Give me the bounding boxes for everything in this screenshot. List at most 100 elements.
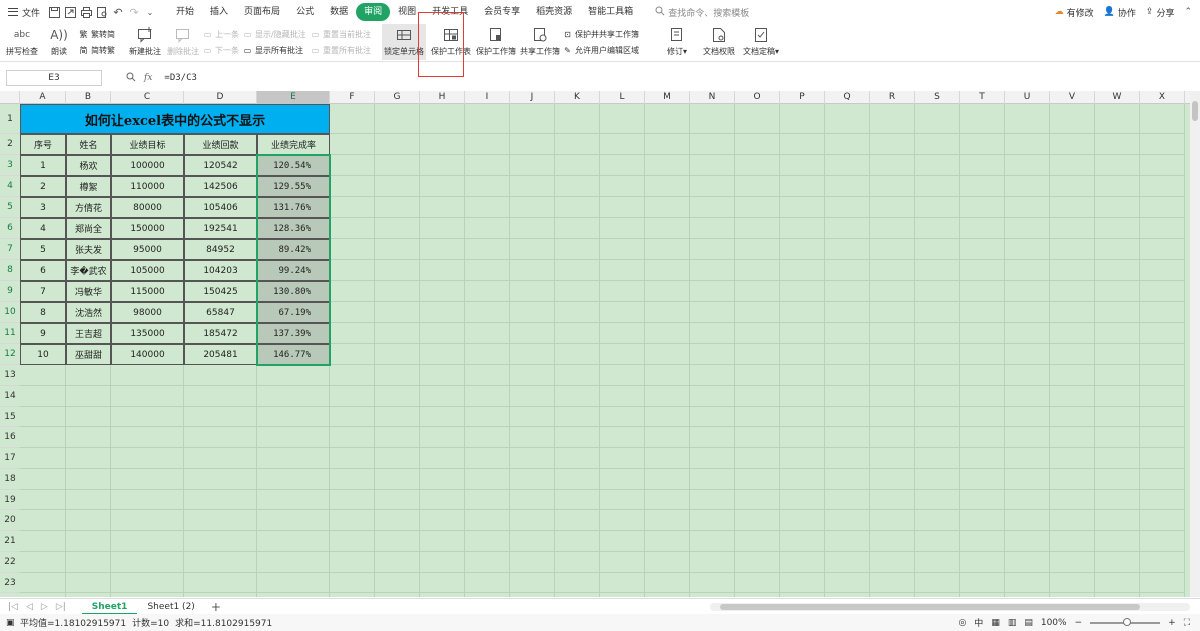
lock-cell-button[interactable]: 锁定单元格: [382, 24, 426, 60]
revise-button[interactable]: 修订▾: [662, 24, 692, 60]
column-header-b[interactable]: B: [66, 91, 111, 104]
macro-icon[interactable]: ▣: [6, 618, 15, 628]
command-search[interactable]: 查找命令、搜索模板: [655, 6, 749, 19]
column-header-q[interactable]: Q: [825, 91, 870, 104]
row-header-5[interactable]: 5: [0, 197, 20, 218]
column-header-j[interactable]: J: [510, 91, 555, 104]
share-workbook-button[interactable]: 共享工作簿: [518, 24, 562, 60]
export-icon[interactable]: [62, 4, 78, 20]
column-header-s[interactable]: S: [915, 91, 960, 104]
data-cell[interactable]: 方倩花: [66, 197, 111, 218]
data-cell[interactable]: 95000: [111, 239, 184, 260]
row-header-11[interactable]: 11: [0, 323, 20, 344]
data-cell[interactable]: 杨欢: [66, 155, 111, 176]
changes-indicator[interactable]: ☁ 有修改: [1055, 6, 1094, 19]
undo-icon[interactable]: ↶: [110, 4, 126, 20]
sheet-title-cell[interactable]: 如何让excel表中的公式不显示: [20, 104, 330, 134]
data-cell[interactable]: 150425: [184, 281, 257, 302]
reset-all-comments-button[interactable]: ▭ 重置所有批注: [310, 43, 378, 57]
tab-developer[interactable]: 开发工具: [424, 3, 476, 21]
toggle-comment-button[interactable]: ▭ 显示/隐藏批注: [242, 27, 310, 41]
sheet-tab-sheet1-2[interactable]: Sheet1 (2): [137, 599, 204, 615]
preview-icon[interactable]: [94, 4, 110, 20]
row-header-20[interactable]: 20: [0, 510, 20, 531]
name-box[interactable]: E3: [6, 70, 102, 86]
delete-comment-button[interactable]: 删除批注: [164, 24, 202, 60]
tab-page-layout[interactable]: 页面布局: [236, 3, 288, 21]
row-header-19[interactable]: 19: [0, 490, 20, 511]
horizontal-scrollbar[interactable]: [710, 602, 1190, 611]
row-header-9[interactable]: 9: [0, 281, 20, 302]
column-header-x[interactable]: X: [1140, 91, 1185, 104]
column-header-a[interactable]: A: [20, 91, 66, 104]
rate-cell[interactable]: 130.80%: [257, 281, 330, 302]
rate-cell[interactable]: 99.24%: [257, 260, 330, 281]
prev-comment-button[interactable]: ▭ 上一条: [202, 27, 242, 41]
input-method-icon[interactable]: 中: [974, 616, 983, 629]
data-cell[interactable]: 郑尚全: [66, 218, 111, 239]
column-header-i[interactable]: I: [465, 91, 510, 104]
column-header-e[interactable]: E: [257, 91, 330, 104]
row-header-14[interactable]: 14: [0, 386, 20, 407]
data-cell[interactable]: 84952: [184, 239, 257, 260]
row-header-12[interactable]: 12: [0, 344, 20, 365]
row-header-21[interactable]: 21: [0, 531, 20, 552]
header-cell[interactable]: 序号: [20, 134, 66, 155]
print-icon[interactable]: [78, 4, 94, 20]
header-cell[interactable]: 业绩完成率: [257, 134, 330, 155]
tab-start[interactable]: 开始: [168, 3, 202, 21]
tab-data[interactable]: 数据: [322, 3, 356, 21]
tab-member[interactable]: 会员专享: [476, 3, 528, 21]
page-layout-view-icon[interactable]: ▥: [1008, 618, 1017, 628]
more-icon[interactable]: ⌄: [142, 4, 158, 20]
zoom-level[interactable]: 100%: [1041, 618, 1067, 628]
vertical-scrollbar[interactable]: [1190, 91, 1200, 597]
data-cell[interactable]: 142506: [184, 176, 257, 197]
row-header-15[interactable]: 15: [0, 407, 20, 428]
spreadsheet-grid[interactable]: ABCDEFGHIJKLMNOPQRSTUVWX 1 2 3 4 5 6 7 8 9 10 11 12…: [0, 91, 1190, 597]
data-cell[interactable]: 105000: [111, 260, 184, 281]
allow-edit-ranges-button[interactable]: ✎ 允许用户编辑区域: [562, 43, 662, 57]
data-cell[interactable]: 120542: [184, 155, 257, 176]
save-icon[interactable]: [46, 4, 62, 20]
data-cell[interactable]: 10: [20, 344, 66, 365]
data-cell[interactable]: 王吉超: [66, 323, 111, 344]
row-header-13[interactable]: 13: [0, 365, 20, 386]
select-all-corner[interactable]: [0, 91, 20, 104]
row-header-1[interactable]: 1: [0, 104, 20, 134]
row-header-8[interactable]: 8: [0, 260, 20, 281]
page-break-view-icon[interactable]: ▤: [1024, 618, 1033, 628]
column-header-r[interactable]: R: [870, 91, 915, 104]
rate-cell[interactable]: 67.19%: [257, 302, 330, 323]
data-cell[interactable]: 8: [20, 302, 66, 323]
rate-cell[interactable]: 128.36%: [257, 218, 330, 239]
row-header-6[interactable]: 6: [0, 218, 20, 239]
data-cell[interactable]: 樽絮: [66, 176, 111, 197]
data-cell[interactable]: 2: [20, 176, 66, 197]
data-cell[interactable]: 5: [20, 239, 66, 260]
row-header-16[interactable]: 16: [0, 427, 20, 448]
data-cell[interactable]: 115000: [111, 281, 184, 302]
prev-sheet-icon[interactable]: ◁: [26, 602, 33, 612]
file-menu[interactable]: 文件: [0, 6, 46, 19]
data-cell[interactable]: 沈浩然: [66, 302, 111, 323]
rate-cell[interactable]: 120.54%: [257, 155, 330, 176]
row-header-17[interactable]: 17: [0, 448, 20, 469]
collab-button[interactable]: 👤 协作: [1104, 6, 1136, 19]
data-cell[interactable]: 80000: [111, 197, 184, 218]
tab-review[interactable]: 审阅: [356, 3, 391, 21]
next-comment-button[interactable]: ▭ 下一条: [202, 43, 242, 57]
tab-docer[interactable]: 稻壳资源: [528, 3, 580, 21]
row-header-4[interactable]: 4: [0, 176, 20, 197]
column-header-g[interactable]: G: [375, 91, 420, 104]
column-header-v[interactable]: V: [1050, 91, 1095, 104]
row-header-10[interactable]: 10: [0, 302, 20, 323]
vertical-scroll-thumb[interactable]: [1192, 101, 1198, 121]
data-cell[interactable]: 98000: [111, 302, 184, 323]
add-sheet-icon[interactable]: +: [205, 600, 227, 614]
data-cell[interactable]: 150000: [111, 218, 184, 239]
next-sheet-icon[interactable]: ▷: [41, 602, 48, 612]
data-cell[interactable]: 205481: [184, 344, 257, 365]
data-cell[interactable]: 3: [20, 197, 66, 218]
data-cell[interactable]: 7: [20, 281, 66, 302]
